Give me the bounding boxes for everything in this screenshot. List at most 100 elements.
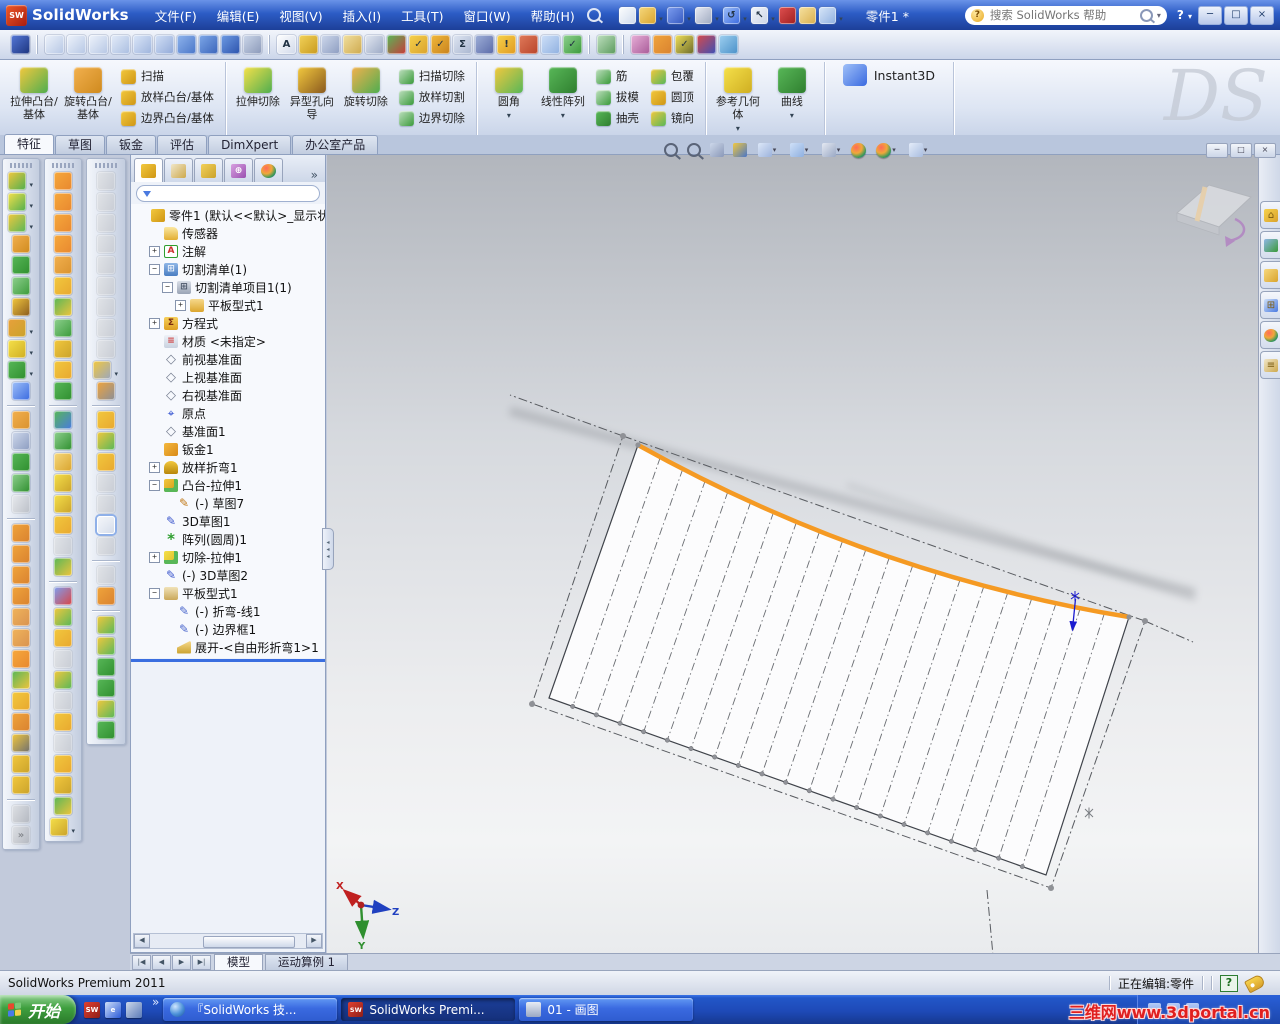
fillet-icon[interactable]: ▾	[8, 214, 33, 232]
zoom-to-area-button[interactable]	[683, 141, 704, 160]
dropdown-arrow-icon[interactable]: ▾	[29, 181, 33, 189]
toolbar-grip[interactable]	[52, 163, 74, 168]
miter-flange-icon[interactable]	[12, 692, 30, 710]
propertymanager-tab[interactable]	[164, 158, 193, 182]
expander-collapsed[interactable]: +	[149, 317, 160, 329]
insert-bends-disabled-icon[interactable]	[97, 474, 115, 492]
tool-folder-icon[interactable]	[54, 453, 72, 471]
scroll-right-icon[interactable]: ▶	[306, 934, 322, 948]
elbow-icon[interactable]	[54, 235, 72, 253]
tree-item[interactable]: ✎ (-) 草图7	[131, 494, 325, 512]
view-draft-quality-icon[interactable]	[155, 35, 174, 54]
view-wireframe-icon[interactable]	[45, 35, 64, 54]
scrollbar-track[interactable]	[150, 935, 306, 948]
menu-item[interactable]: 帮助(H)	[521, 2, 585, 29]
dropdown-arrow-icon[interactable]: ▾	[773, 146, 777, 154]
compare-documents-icon[interactable]	[541, 35, 560, 54]
expander-collapsed[interactable]: +	[149, 461, 160, 473]
unfold-disabled-icon[interactable]	[97, 566, 115, 584]
expander-expanded[interactable]: −	[149, 587, 160, 599]
mass-properties-icon[interactable]	[321, 35, 340, 54]
reference-geometry-button[interactable]: 参考几何体 ▾	[712, 64, 764, 135]
rip-icon[interactable]	[12, 755, 30, 773]
restore-button[interactable]: □	[1224, 5, 1248, 25]
scrollbar-thumb[interactable]	[203, 936, 296, 948]
tab-motion-study[interactable]: 运动算例 1	[265, 954, 348, 970]
tree-item[interactable]: ✎ (-) 3D草图2	[131, 566, 325, 584]
import-diagnostics-icon[interactable]: !	[497, 35, 516, 54]
check-surface-icon[interactable]	[54, 319, 72, 337]
toolbar-grip[interactable]	[95, 163, 117, 168]
apply-scene-button[interactable]: ▾	[871, 141, 901, 160]
fold-disabled-icon[interactable]	[97, 235, 115, 253]
edit-appearance-button[interactable]	[848, 141, 869, 160]
shell-button[interactable]: 抽壳	[591, 108, 644, 128]
flatten-icon[interactable]	[97, 516, 115, 534]
plug-fitting-icon[interactable]	[54, 558, 72, 576]
panel-splitter-handle[interactable]: ◂ ◂ ◂	[322, 528, 334, 570]
search-icon[interactable]	[1139, 8, 1153, 22]
tree-item[interactable]: + Σ 方程式	[131, 314, 325, 332]
expander-expanded[interactable]: −	[149, 479, 160, 491]
search-dropdown-icon[interactable]: ▾	[1157, 11, 1161, 20]
menu-item[interactable]: 编辑(E)	[207, 2, 270, 29]
instant3d-icon[interactable]	[12, 382, 30, 400]
linear-pattern-icon[interactable]: ▾	[8, 319, 33, 337]
swept-boss-base-button[interactable]: 扫描	[116, 66, 219, 86]
tree-item[interactable]: + A 注解	[131, 242, 325, 260]
tree-item[interactable]: 展开-<自由形折弯1>1	[131, 638, 325, 656]
no-bends-icon[interactable]	[12, 734, 30, 752]
integrated-preview-icon[interactable]	[719, 35, 738, 54]
appearances-scenes-tab[interactable]	[1260, 321, 1280, 349]
tab-dimxpert[interactable]: DimXpert	[208, 135, 292, 154]
tree-item[interactable]: − ⊞ 切割清单(1)	[131, 260, 325, 278]
extrude-surface-icon[interactable]	[97, 637, 115, 655]
gusset-icon[interactable]	[54, 256, 72, 274]
chamfer-icon[interactable]	[12, 235, 30, 253]
swoosh-surface-icon[interactable]	[97, 616, 115, 634]
mirror-button[interactable]: 镜向	[646, 108, 699, 128]
dropdown-arrow-icon[interactable]: ▾	[743, 15, 747, 23]
tree-item[interactable]: ⌖ 原点	[131, 404, 325, 422]
go-last-button[interactable]: ▶|	[192, 954, 211, 970]
extruded-boss-base-button[interactable]: 拉伸凸台/基体	[8, 64, 60, 131]
design-table-icon[interactable]	[597, 35, 616, 54]
surface-sweep-icon[interactable]	[54, 361, 72, 379]
search-input[interactable]	[987, 7, 1136, 23]
taskbar-window-button[interactable]: SW SolidWorks Premi...	[341, 998, 516, 1021]
more-tabs-chevron-icon[interactable]: »	[307, 168, 322, 182]
window-box-icon[interactable]	[54, 755, 72, 773]
minimize-button[interactable]: ─	[1198, 5, 1222, 25]
tree-item[interactable]: − ⊞ 切割清单项目1(1)	[131, 278, 325, 296]
verification-icon[interactable]: ✓	[563, 35, 582, 54]
instant3d-button[interactable]: Instant3D	[831, 64, 947, 86]
appearance-target-icon[interactable]	[653, 35, 672, 54]
dropdown-arrow-icon[interactable]: ▾	[29, 349, 33, 357]
tree-filter-input[interactable]	[155, 187, 313, 200]
tree-item[interactable]: ✎ 3D草图1	[131, 512, 325, 530]
green-cube-icon[interactable]	[54, 382, 72, 400]
dropdown-arrow-icon[interactable]: ▾	[924, 146, 928, 154]
view-orientation-button[interactable]: ▾	[752, 141, 782, 160]
hide-show-items-button[interactable]: ▾	[816, 141, 846, 160]
tree-item[interactable]: 传感器	[131, 224, 325, 242]
view-shaded-with-edges-icon[interactable]	[111, 35, 130, 54]
tab-evaluate[interactable]: 评估	[157, 135, 208, 154]
save-icon[interactable]: ▾	[666, 6, 691, 24]
hem-icon[interactable]	[12, 566, 30, 584]
interference-check-icon[interactable]	[778, 6, 796, 24]
expander-collapsed[interactable]: +	[149, 551, 160, 563]
mirror-bend-icon[interactable]	[12, 545, 30, 563]
custom-properties-tab[interactable]: ≡	[1260, 351, 1280, 379]
extrude-window-icon[interactable]	[97, 411, 115, 429]
tree-item[interactable]: ◇ 右视基准面	[131, 386, 325, 404]
tree-item[interactable]: + 切除-拉伸1	[131, 548, 325, 566]
tree-horizontal-scrollbar[interactable]: ◀ ▶	[133, 933, 323, 949]
section-view-button[interactable]	[729, 141, 750, 160]
base-flange-icon[interactable]	[12, 650, 30, 668]
sketch-3d-icon[interactable]	[54, 587, 72, 605]
weldment-plane-icon[interactable]	[54, 172, 72, 190]
collapse-chevrons-icon[interactable]	[54, 537, 72, 555]
vee-disabled-icon[interactable]	[97, 319, 115, 337]
fillet-button[interactable]: 圆角 ▾	[483, 64, 535, 131]
